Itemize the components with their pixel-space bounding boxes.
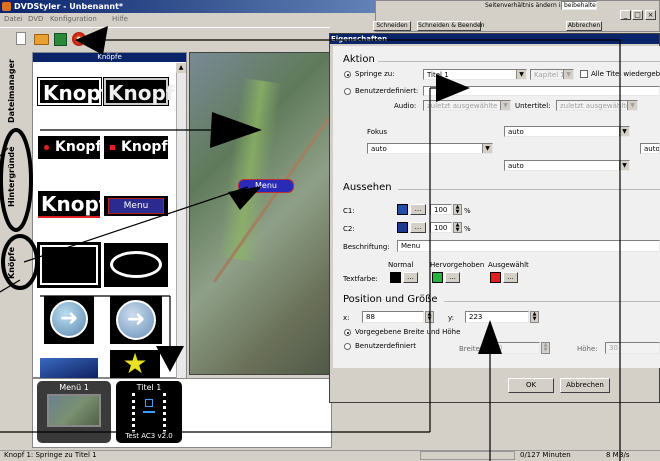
annotation-overlay [0,26,621,461]
annotation-arrowhead [75,26,108,55]
annotation-arrowhead [436,74,470,102]
annotation-arrowhead [210,112,262,148]
annotation-circle [0,128,33,232]
annotation-arrowhead [228,186,262,210]
annotation-line [23,186,249,263]
annotation-arrowhead [156,346,184,372]
annotation-arrowhead [478,320,502,354]
